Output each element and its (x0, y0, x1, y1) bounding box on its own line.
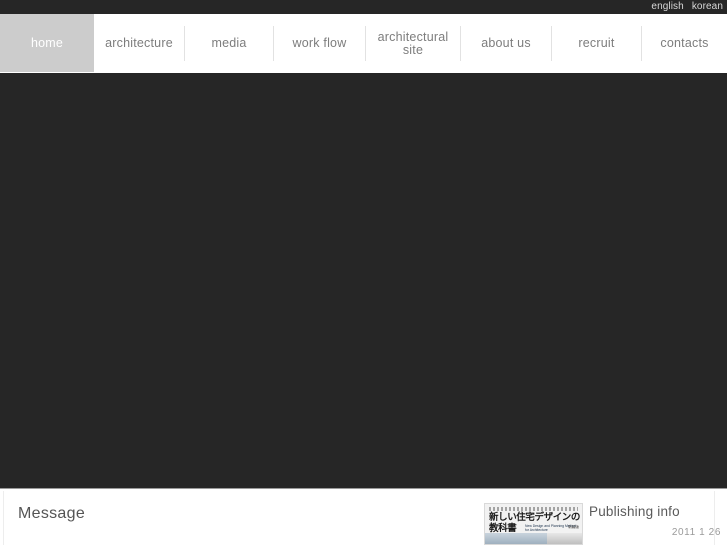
nav-item-recruit[interactable]: recruit (552, 14, 641, 73)
page-root: english korean home architecture media w… (0, 0, 727, 545)
publishing-info-label[interactable]: Publishing info (589, 504, 721, 520)
hero-content-area (0, 73, 727, 488)
nav-item-architectural-site[interactable]: architectural site (366, 14, 460, 73)
book-cover-thumbnail[interactable]: 新しい住宅デザインの 教科書 New Design and Planning M… (484, 503, 583, 545)
footer-left-rule (3, 491, 4, 545)
nav-item-work-flow[interactable]: work flow (274, 14, 365, 73)
main-navigation: home architecture media work flow archit… (0, 14, 727, 73)
nav-item-architecture-label: architecture (105, 36, 173, 50)
nav-item-work-flow-label: work flow (292, 36, 347, 50)
nav-item-home[interactable]: home (0, 14, 94, 72)
nav-item-architectural-site-label: architectural site (377, 29, 449, 57)
top-utility-bar: english korean (0, 0, 727, 14)
lang-link-korean[interactable]: korean (692, 0, 723, 14)
language-switcher: english korean (651, 0, 723, 14)
book-cover-bottom-strip (547, 533, 582, 544)
book-cover-bottom-band (485, 533, 582, 544)
nav-item-recruit-label: recruit (578, 36, 615, 50)
lang-link-english[interactable]: english (651, 0, 683, 14)
nav-item-media[interactable]: media (185, 14, 273, 73)
nav-item-about-us[interactable]: about us (461, 14, 551, 73)
nav-item-media-label: media (211, 36, 247, 50)
nav-item-about-us-label: about us (481, 36, 531, 50)
publishing-text-group: Publishing info 2011 1 26 (589, 503, 721, 538)
message-section-title: Message (18, 505, 86, 522)
book-cover-topline-decoration (489, 507, 578, 511)
nav-item-contacts-label: contacts (660, 36, 709, 50)
nav-item-home-label: home (30, 35, 64, 50)
footer: Message 新しい住宅デザインの 教科書 New Design and Pl… (0, 489, 727, 545)
book-cover-title-line1: 新しい住宅デザインの (489, 512, 581, 523)
book-cover-badge: 新装版 (568, 525, 579, 529)
nav-item-contacts[interactable]: contacts (642, 14, 727, 73)
nav-item-architecture[interactable]: architecture (94, 14, 184, 73)
publishing-info-date: 2011 1 26 (671, 527, 721, 538)
publishing-info-block[interactable]: 新しい住宅デザインの 教科書 New Design and Planning M… (484, 503, 721, 545)
